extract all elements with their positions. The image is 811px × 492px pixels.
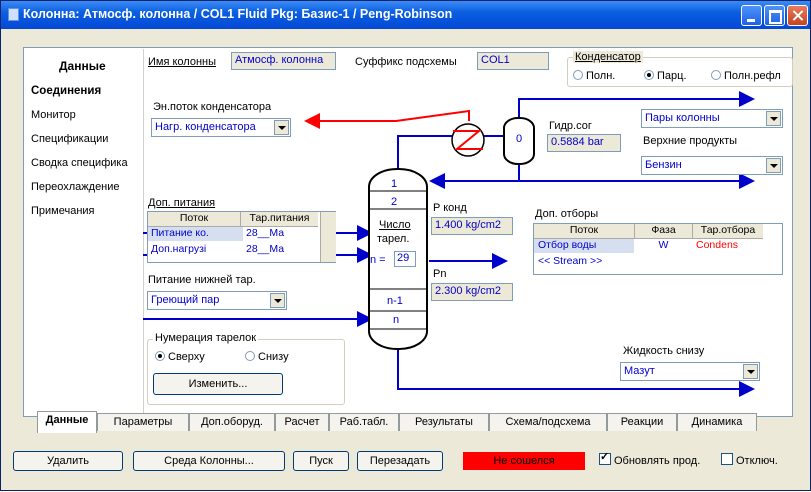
stage-count-label: Число xyxy=(379,219,411,231)
bottoms-liquid-label: Жидкость снизу xyxy=(623,345,705,357)
checkbox-checked-icon xyxy=(599,450,611,465)
column-environment-button[interactable]: Среда Колонны... xyxy=(133,451,285,471)
update-outlets-checkbox[interactable]: Обновлять прод. xyxy=(599,450,701,467)
radio-icon xyxy=(711,70,721,80)
radio-icon xyxy=(573,70,583,80)
condenser-full-reflux-radio[interactable]: Полн.рефл xyxy=(711,70,789,82)
condenser-full-reflux-label: Полн.рефл xyxy=(724,70,781,82)
chevron-down-icon[interactable] xyxy=(274,120,289,135)
draws-header-stream: Поток xyxy=(534,224,635,239)
delete-button[interactable]: Удалить xyxy=(13,451,123,471)
bottom-feed-value: Греющий пар xyxy=(151,294,220,306)
condenser-partial-label: Парц. xyxy=(657,70,687,82)
condenser-total-label: Полн. xyxy=(586,70,616,82)
top-products-select[interactable]: Бензин xyxy=(641,156,783,175)
numbering-bottom-label: Снизу xyxy=(258,351,289,363)
bottoms-liquid-select[interactable]: Мазут xyxy=(620,362,760,381)
stage-n-minus-1: n-1 xyxy=(387,295,403,307)
stage-numbering-label: Нумерация тарелок xyxy=(153,332,259,344)
chevron-down-icon[interactable] xyxy=(270,293,285,308)
feeds-label: Доп. питания xyxy=(148,197,216,209)
run-button[interactable]: Пуск xyxy=(293,451,349,471)
stage-count-label-2: тарел. xyxy=(377,233,410,245)
chevron-down-icon[interactable] xyxy=(766,158,781,173)
numbering-top-label: Сверху xyxy=(168,351,205,363)
condenser-group-label: Конденсатор xyxy=(573,51,643,63)
vapor-outlet-select[interactable]: Пары колонны xyxy=(641,109,783,128)
condenser-total-radio[interactable]: Полн. xyxy=(573,70,615,82)
stage-n: n xyxy=(393,314,400,326)
subflowsheet-suffix-label: Суффикс подсхемы xyxy=(355,56,457,68)
ignore-checkbox[interactable]: Отключ. xyxy=(721,453,778,467)
reboiler-value[interactable]: 0.5884 bar xyxy=(547,134,621,152)
feeds-table: Поток Тар.питания Питание ко. 28__Ма Доп… xyxy=(147,211,336,263)
draws-row-1-phase[interactable]: W xyxy=(635,239,692,253)
condenser-energy-select[interactable]: Нагр. конденсатора xyxy=(151,118,291,137)
tab-calculation[interactable]: Расчет xyxy=(275,413,329,431)
update-outlets-label: Обновлять прод. xyxy=(614,455,701,467)
stage-count-input[interactable]: 29 xyxy=(394,251,416,267)
checkbox-icon xyxy=(721,453,733,465)
tab-worksheet[interactable]: Раб.табл. xyxy=(329,413,399,431)
feeds-row-1-stage[interactable]: 28__Ма xyxy=(246,227,318,241)
feeds-row-2-stream[interactable]: Доп.нагрузі xyxy=(148,243,243,257)
column-name-label: Имя колонны xyxy=(148,56,217,68)
condenser-energy-label: Эн.поток конденсатора xyxy=(153,101,272,113)
draws-row-1-stage[interactable]: Condens xyxy=(696,239,763,253)
subflowsheet-suffix-input[interactable]: COL1 xyxy=(477,52,549,70)
feeds-row-1-stream[interactable]: Питание ко. xyxy=(148,227,243,241)
feeds-row-2-stage[interactable]: 28__Ма xyxy=(246,243,318,257)
radio-selected-icon xyxy=(644,70,654,80)
chevron-down-icon[interactable] xyxy=(743,364,758,379)
ignore-label: Отключ. xyxy=(736,455,778,467)
p-cond-value[interactable]: 1.400 kg/cm2 xyxy=(431,217,513,235)
condenser-partial-radio[interactable]: Парц. xyxy=(644,70,687,82)
side-draws-table: Поток Фаза Тар.отбора Отбор воды W Conde… xyxy=(533,223,783,275)
stage-numbering-group xyxy=(147,339,345,405)
draws-header-stage: Тар.отбора xyxy=(693,224,763,239)
radio-icon xyxy=(245,351,255,361)
condenser-energy-value: Нагр. конденсатора xyxy=(155,121,256,133)
reset-button[interactable]: Перезадать xyxy=(357,451,443,471)
radio-selected-icon xyxy=(155,351,165,361)
tab-flowsheet[interactable]: Схема/подсхема xyxy=(489,413,607,431)
tab-parameters[interactable]: Параметры xyxy=(97,413,189,431)
stage-n-prefix: n = xyxy=(370,254,386,266)
draws-header-phase: Фаза xyxy=(635,224,693,239)
condenser-energy-stream xyxy=(304,109,470,129)
tab-data[interactable]: Данные xyxy=(37,411,97,433)
tab-results[interactable]: Результаты xyxy=(399,413,489,431)
numbering-top-radio[interactable]: Сверху xyxy=(155,351,205,363)
stage-top: 1 xyxy=(391,178,398,190)
p-bottom-value[interactable]: 2.300 kg/cm2 xyxy=(431,283,513,301)
vapor-overhead-line xyxy=(397,135,504,171)
side-draws-label: Доп. отборы xyxy=(535,208,599,220)
top-products-value: Бензин xyxy=(645,159,682,171)
stage-second: 2 xyxy=(391,196,398,208)
column-window: Колонна: Атмосф. колонна / COL1 Fluid Pk… xyxy=(0,0,811,491)
tab-reactions[interactable]: Реакции xyxy=(607,413,677,431)
chevron-down-icon[interactable] xyxy=(766,111,781,126)
reboiler-label: Гидр.сог xyxy=(549,120,592,132)
draws-row-1-stream[interactable]: Отбор воды xyxy=(534,239,634,253)
bottom-feed-select[interactable]: Греющий пар xyxy=(147,291,287,310)
reflux-drum-label: 0 xyxy=(516,133,523,145)
tab-extra-equipment[interactable]: Доп.оборуд. xyxy=(189,413,275,431)
p-cond-label: P конд xyxy=(433,202,467,214)
bottoms-liquid-value: Мазут xyxy=(624,365,655,377)
numbering-bottom-radio[interactable]: Снизу xyxy=(245,351,289,363)
tab-dynamics[interactable]: Динамика xyxy=(677,413,757,431)
vapor-outlet-value: Пары колонны xyxy=(645,112,720,124)
column-name-input[interactable]: Атмосф. колонна xyxy=(231,52,336,70)
convergence-status: Не сошелся xyxy=(463,452,585,470)
feeds-header-stream: Поток xyxy=(148,212,241,227)
change-numbering-button[interactable]: Изменить... xyxy=(153,373,283,395)
feeds-scrollbar[interactable] xyxy=(320,212,336,262)
p-bottom-label: Pn xyxy=(433,268,447,280)
bottom-feed-label: Питание нижней тар. xyxy=(148,274,256,286)
condenser-icon xyxy=(451,123,485,157)
feeds-header-stage: Тар.питания xyxy=(241,212,318,227)
draws-row-2-stream[interactable]: << Stream >> xyxy=(534,255,634,269)
top-products-label: Верхние продукты xyxy=(643,135,738,147)
